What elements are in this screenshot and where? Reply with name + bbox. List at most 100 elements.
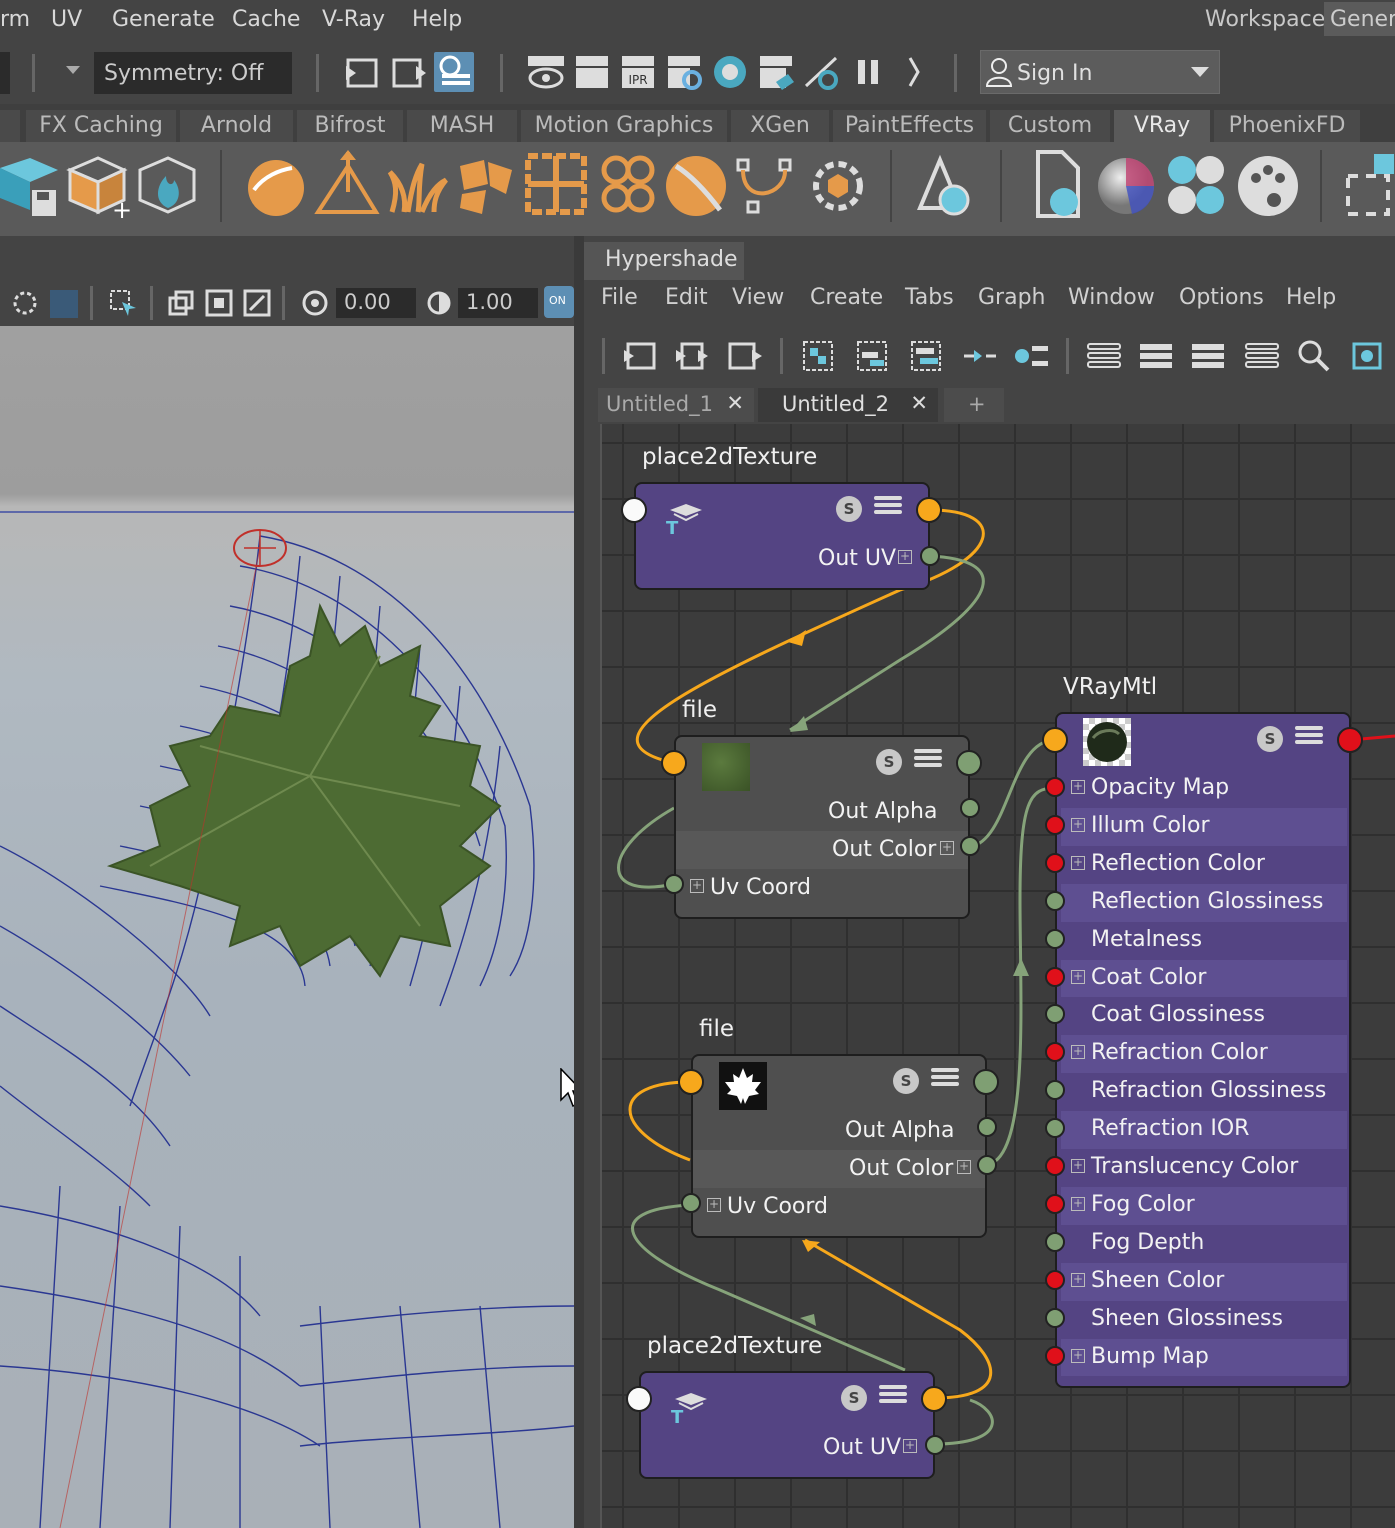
- vray-spline-icon[interactable]: [732, 146, 802, 226]
- shelf-tab-mash[interactable]: MASH: [407, 110, 517, 142]
- ipr-render-icon[interactable]: IPR: [618, 52, 658, 92]
- render-region-icon[interactable]: [342, 52, 382, 92]
- vray-frame-buffer-icon[interactable]: [1340, 146, 1395, 226]
- exposure-field[interactable]: 0.00: [336, 288, 416, 318]
- swatch-toggle-button[interactable]: S: [876, 749, 902, 775]
- vray-cleanup-icon[interactable]: [802, 52, 842, 92]
- expand-plus-icon[interactable]: +: [898, 550, 912, 564]
- attribute-list-icon[interactable]: [874, 496, 902, 522]
- expand-plus-icon[interactable]: +: [1071, 1196, 1085, 1211]
- expand-plus-icon[interactable]: +: [1071, 1159, 1085, 1173]
- hs-menu-file[interactable]: File: [601, 285, 638, 310]
- input-port[interactable]: [1045, 1307, 1065, 1328]
- expand-plus-icon[interactable]: +: [707, 1198, 721, 1212]
- hs-menu-create[interactable]: Create: [810, 285, 883, 310]
- expand-plus-icon[interactable]: +: [1071, 817, 1085, 832]
- out-uv-port[interactable]: [925, 1435, 945, 1455]
- vray-settings-gear-icon[interactable]: [802, 146, 872, 226]
- add-tab-button[interactable]: +: [944, 388, 1004, 422]
- attr-view-primary-icon[interactable]: [1188, 336, 1228, 376]
- menu-help[interactable]: Help: [412, 7, 462, 32]
- expand-plus-icon[interactable]: +: [957, 1160, 971, 1174]
- frame-selection-icon[interactable]: [852, 336, 892, 376]
- vray-grass-icon[interactable]: [382, 146, 452, 226]
- render-sequence-icon[interactable]: [390, 52, 430, 92]
- attribute-list-icon[interactable]: [914, 749, 942, 775]
- clapper-icon[interactable]: [572, 52, 612, 92]
- vray-ipr-icon[interactable]: [756, 52, 796, 92]
- swatch-toggle-button[interactable]: S: [836, 496, 862, 522]
- vray-fur-sphere-icon[interactable]: [240, 146, 310, 226]
- hs-menu-graph[interactable]: Graph: [978, 285, 1045, 310]
- select-icon[interactable]: [108, 288, 138, 318]
- input-output-connections-icon[interactable]: [1012, 336, 1052, 376]
- chevron-down-icon[interactable]: [66, 66, 80, 74]
- sign-in-dropdown[interactable]: Sign In: [980, 50, 1220, 94]
- shelf-tab-bifrost[interactable]: Bifrost: [297, 110, 403, 142]
- output-port[interactable]: [1337, 727, 1363, 753]
- hs-menu-view[interactable]: View: [732, 285, 784, 310]
- shelf-tab-xgen[interactable]: XGen: [731, 110, 829, 142]
- vray-export-scene-icon[interactable]: [0, 146, 70, 226]
- out-alpha-port[interactable]: [977, 1117, 997, 1137]
- vray-instancer-icon[interactable]: [522, 146, 592, 226]
- shelf-tab-stub[interactable]: [0, 110, 20, 142]
- render-view-icon[interactable]: [526, 52, 566, 92]
- input-port[interactable]: [1045, 928, 1065, 949]
- attribute-list-icon[interactable]: [931, 1068, 959, 1094]
- uv-coord-port[interactable]: [681, 1193, 701, 1213]
- input-port[interactable]: [1045, 1345, 1065, 1366]
- menu-transform[interactable]: rm: [0, 7, 30, 32]
- graph-materials-icon[interactable]: [1348, 336, 1388, 376]
- attr-view-all-icon[interactable]: [1084, 336, 1124, 376]
- shelf-tab-custom[interactable]: Custom: [990, 110, 1110, 142]
- frame-all-icon[interactable]: [798, 336, 838, 376]
- render-view-icon[interactable]: [726, 336, 766, 376]
- menu-uv[interactable]: UV: [51, 7, 82, 32]
- hs-menu-tabs[interactable]: Tabs: [905, 285, 954, 310]
- out-color-port[interactable]: [960, 836, 980, 856]
- menu-vray[interactable]: V-Ray: [322, 7, 385, 32]
- output-port[interactable]: [921, 1386, 947, 1412]
- shelf-tab-fx-caching[interactable]: FX Caching: [26, 110, 176, 142]
- hs-menu-edit[interactable]: Edit: [665, 285, 708, 310]
- color-management-toggle[interactable]: ON: [544, 286, 574, 318]
- render-region-icon[interactable]: [620, 336, 660, 376]
- node-place2dtexture-top[interactable]: T S Out UV +: [634, 482, 930, 590]
- attribute-list-icon[interactable]: [879, 1385, 907, 1411]
- vray-clipper-sphere-icon[interactable]: [662, 146, 732, 226]
- expand-plus-icon[interactable]: +: [903, 1439, 917, 1453]
- render-settings-icon[interactable]: [434, 52, 474, 92]
- input-port[interactable]: [661, 750, 687, 776]
- input-port[interactable]: [1045, 777, 1065, 797]
- out-alpha-port[interactable]: [960, 798, 980, 818]
- input-port[interactable]: [1045, 1269, 1065, 1290]
- wireframe-shaded-icon[interactable]: [10, 288, 40, 318]
- close-icon[interactable]: ✕: [726, 391, 744, 415]
- shelf-tab-vray[interactable]: VRay: [1114, 110, 1210, 142]
- frame-icon[interactable]: [204, 288, 234, 318]
- vray-volume-fire-icon[interactable]: [134, 146, 204, 226]
- expand-plus-icon[interactable]: +: [1071, 1348, 1085, 1363]
- swatch-toggle-button[interactable]: S: [893, 1068, 919, 1094]
- panel-divider[interactable]: [574, 236, 584, 1528]
- input-port[interactable]: [1045, 852, 1065, 873]
- render-settings-gear-icon[interactable]: [664, 52, 704, 92]
- vray-render-icon[interactable]: [710, 52, 750, 92]
- close-icon[interactable]: ✕: [910, 391, 928, 415]
- input-port[interactable]: [678, 1069, 704, 1095]
- vray-palette-icon[interactable]: [1234, 146, 1304, 226]
- input-port[interactable]: [1045, 890, 1065, 911]
- swatch-toggle-button[interactable]: S: [841, 1385, 867, 1411]
- attr-view-custom-icon[interactable]: [1242, 336, 1282, 376]
- xray-toggle[interactable]: [50, 290, 78, 318]
- expand-plus-icon[interactable]: +: [940, 841, 954, 855]
- graph-up-down-icon[interactable]: [960, 336, 1000, 376]
- graph-layout-icon[interactable]: [906, 336, 946, 376]
- render-sequence-icon[interactable]: [672, 336, 712, 376]
- expand-arrow-icon[interactable]: [896, 52, 936, 92]
- shelf-tab-motion-graphics[interactable]: Motion Graphics: [521, 110, 727, 142]
- vray-material-file-icon[interactable]: [1022, 146, 1092, 226]
- isolate-icon[interactable]: [166, 288, 196, 318]
- input-port[interactable]: [1045, 966, 1065, 987]
